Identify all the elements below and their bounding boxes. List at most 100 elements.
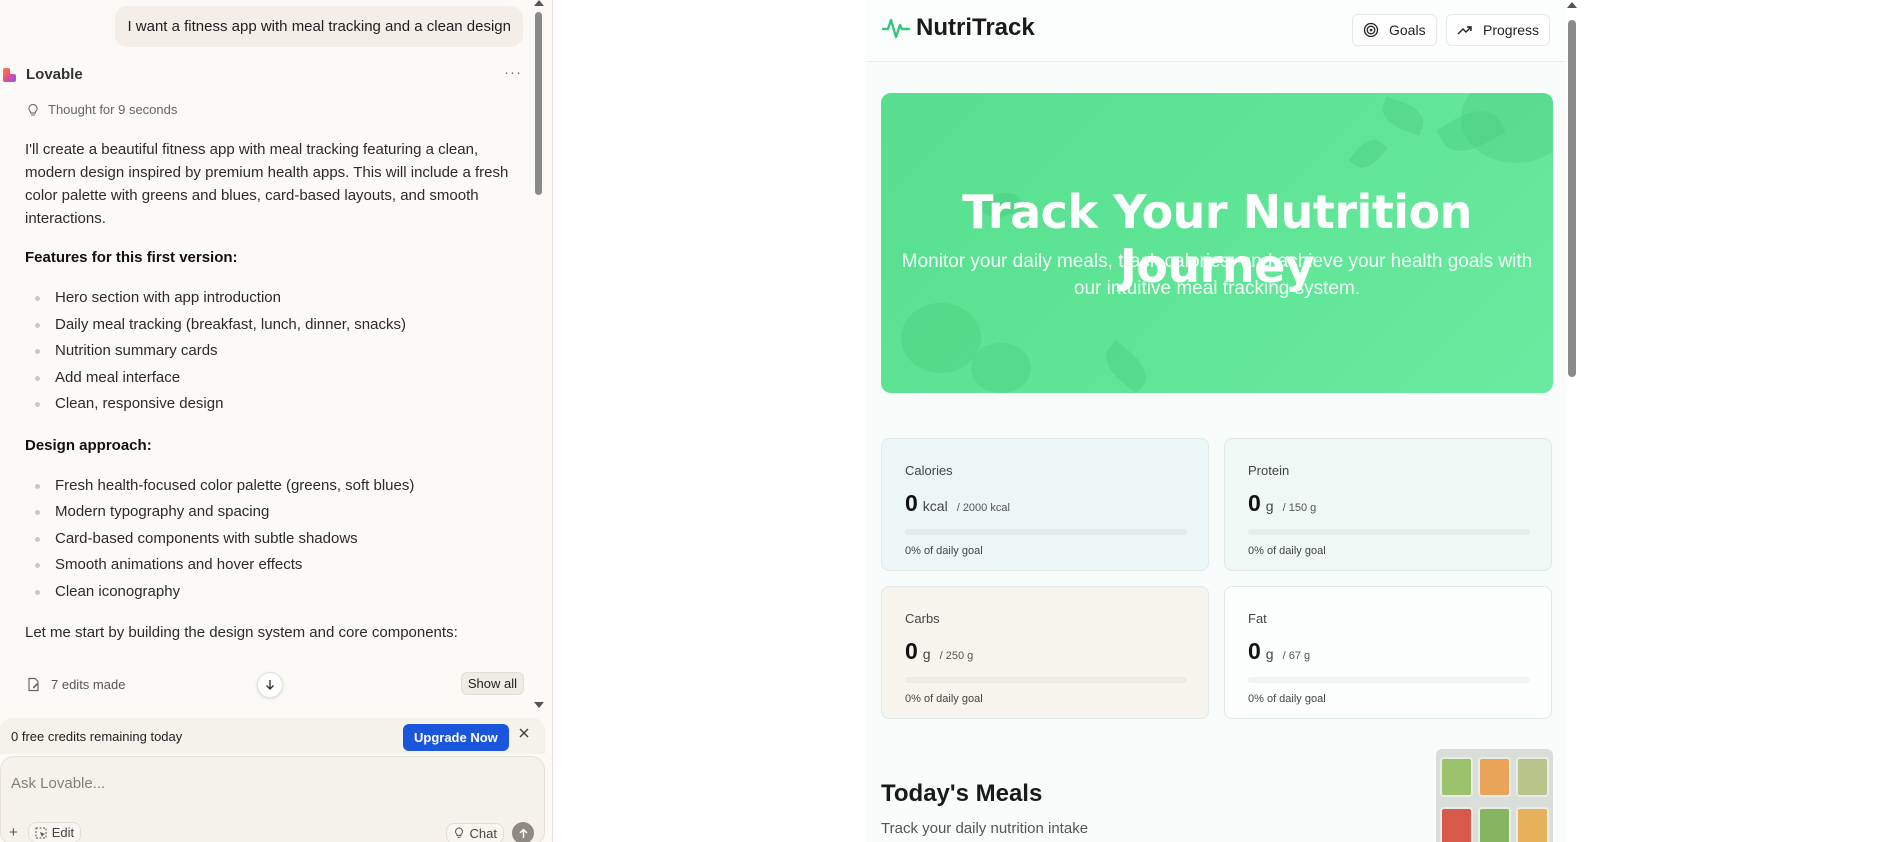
- hero-subtitle: Monitor your daily meals, track calories…: [901, 251, 1533, 299]
- lightbulb-icon: [454, 827, 463, 838]
- progress-bar: [1248, 677, 1530, 683]
- leaf-decoration: [1348, 133, 1388, 175]
- leaf-decoration: [1377, 96, 1429, 136]
- lovable-logo-icon: [3, 68, 16, 82]
- bowl-decoration: [971, 343, 1031, 393]
- list-item: Card-based components with subtle shadow…: [35, 526, 515, 553]
- chat-input-area[interactable]: Ask Lovable... + Edit Chat: [0, 756, 545, 842]
- meal-container: [1478, 757, 1511, 797]
- edit-mode-label: Edit: [51, 825, 75, 840]
- card-label: Fat: [1248, 611, 1267, 626]
- meal-container: [1440, 807, 1473, 842]
- protein-card[interactable]: Protein 0 g / 150 g 0% of daily goal: [1224, 438, 1552, 571]
- features-list: Hero section with app introduction Daily…: [25, 285, 515, 418]
- progress-bar: [905, 529, 1187, 535]
- chat-scrollbar[interactable]: [533, 0, 545, 712]
- list-item: Fresh health-focused color palette (gree…: [35, 473, 515, 500]
- bowl-decoration: [1461, 93, 1553, 163]
- trending-up-icon: [1457, 26, 1472, 35]
- top-nav: NutriTrack Goals Progress: [866, 0, 1566, 62]
- chat-panel: I want a fitness app with meal tracking …: [0, 0, 553, 842]
- card-percent: 0% of daily goal: [905, 693, 983, 705]
- calories-card[interactable]: Calories 0 kcal / 2000 kcal 0% of daily …: [881, 438, 1209, 571]
- arrow-down-icon: [266, 680, 274, 690]
- scrollbar-thumb[interactable]: [1568, 20, 1576, 377]
- carbs-card[interactable]: Carbs 0 g / 250 g 0% of daily goal: [881, 586, 1209, 719]
- target-icon: [1363, 22, 1379, 38]
- assistant-header: Lovable ···: [0, 64, 530, 86]
- progress-label: Progress: [1483, 22, 1540, 38]
- closing-text: Let me start by building the design syst…: [25, 624, 458, 641]
- assistant-message: I'll create a beautiful fitness app with…: [25, 138, 515, 660]
- edit-select-icon: [35, 827, 47, 838]
- close-icon[interactable]: [516, 725, 532, 741]
- brand[interactable]: NutriTrack: [882, 14, 1035, 42]
- edits-label: 7 edits made: [51, 676, 126, 692]
- edit-mode-button[interactable]: Edit: [27, 822, 82, 842]
- pulse-icon: [882, 18, 910, 39]
- card-value: 0 kcal / 2000 kcal: [905, 490, 1010, 517]
- scroll-up-arrow-icon[interactable]: [534, 0, 544, 6]
- list-item: Smooth animations and hover effects: [35, 552, 515, 579]
- chat-tools: Chat: [445, 822, 534, 842]
- arrow-up-icon: [518, 827, 528, 838]
- credits-text: 0 free credits remaining today: [11, 728, 183, 744]
- card-goal: / 250 g: [939, 650, 974, 662]
- lightbulb-icon: [28, 103, 38, 116]
- chat-mode-button[interactable]: Chat: [445, 822, 504, 842]
- card-number: 0: [905, 490, 918, 516]
- add-attachment-button[interactable]: +: [9, 824, 18, 841]
- list-item: Modern typography and spacing: [35, 499, 515, 526]
- bowl-decoration: [901, 303, 981, 373]
- features-heading: Features for this first version:: [25, 249, 238, 266]
- empty-gap: [554, 0, 866, 842]
- meal-prep-image: [1436, 749, 1553, 842]
- thought-indicator[interactable]: Thought for 9 seconds: [26, 102, 177, 117]
- progress-bar: [905, 677, 1187, 683]
- card-goal: / 150 g: [1282, 502, 1317, 514]
- fat-card[interactable]: Fat 0 g / 67 g 0% of daily goal: [1224, 586, 1552, 719]
- send-button[interactable]: [512, 822, 534, 842]
- upgrade-now-button[interactable]: Upgrade Now: [403, 724, 509, 751]
- meal-container: [1516, 807, 1549, 842]
- scrollbar-thumb[interactable]: [535, 12, 542, 195]
- card-label: Carbs: [905, 611, 940, 626]
- design-heading: Design approach:: [25, 436, 152, 454]
- input-tools: + Edit: [9, 822, 82, 842]
- list-item: Add meal interface: [35, 365, 515, 392]
- thought-label: Thought for 9 seconds: [48, 102, 178, 117]
- chat-input[interactable]: Ask Lovable...: [11, 775, 105, 792]
- meal-container: [1440, 757, 1473, 797]
- design-list: Fresh health-focused color palette (gree…: [25, 473, 515, 606]
- list-item: Hero section with app introduction: [35, 285, 515, 312]
- card-label: Protein: [1248, 463, 1290, 478]
- scroll-down-arrow-icon[interactable]: [534, 702, 544, 708]
- scroll-to-bottom-button[interactable]: [257, 672, 283, 698]
- card-value: 0 g / 250 g: [905, 638, 973, 665]
- assistant-name: Lovable: [26, 66, 83, 83]
- show-all-button[interactable]: Show all: [460, 672, 524, 695]
- hero-section: Track Your Nutrition Journey Monitor you…: [881, 93, 1553, 393]
- preview-scrollbar[interactable]: [1566, 0, 1578, 842]
- goals-label: Goals: [1389, 22, 1426, 38]
- progress-bar: [1248, 529, 1530, 535]
- card-value: 0 g / 150 g: [1248, 490, 1316, 517]
- file-edit-icon: [28, 677, 39, 691]
- scroll-up-arrow-icon[interactable]: [1567, 2, 1577, 8]
- list-item: Clean, responsive design: [35, 391, 515, 418]
- card-unit: g: [1265, 498, 1274, 514]
- meal-container: [1478, 807, 1511, 842]
- intro-text: I'll create a beautiful fitness app with…: [25, 141, 509, 227]
- more-options-button[interactable]: ···: [504, 64, 522, 81]
- card-unit: g: [922, 646, 931, 662]
- card-value: 0 g / 67 g: [1248, 638, 1310, 665]
- list-item: Nutrition summary cards: [35, 338, 515, 365]
- goals-button[interactable]: Goals: [1352, 14, 1437, 46]
- card-unit: kcal: [922, 498, 948, 514]
- card-unit: g: [1265, 646, 1274, 662]
- card-percent: 0% of daily goal: [1248, 693, 1326, 705]
- brand-name: NutriTrack: [916, 14, 1035, 41]
- chat-history[interactable]: I want a fitness app with meal tracking …: [0, 0, 545, 712]
- meal-container: [1516, 757, 1549, 797]
- progress-button[interactable]: Progress: [1446, 14, 1551, 46]
